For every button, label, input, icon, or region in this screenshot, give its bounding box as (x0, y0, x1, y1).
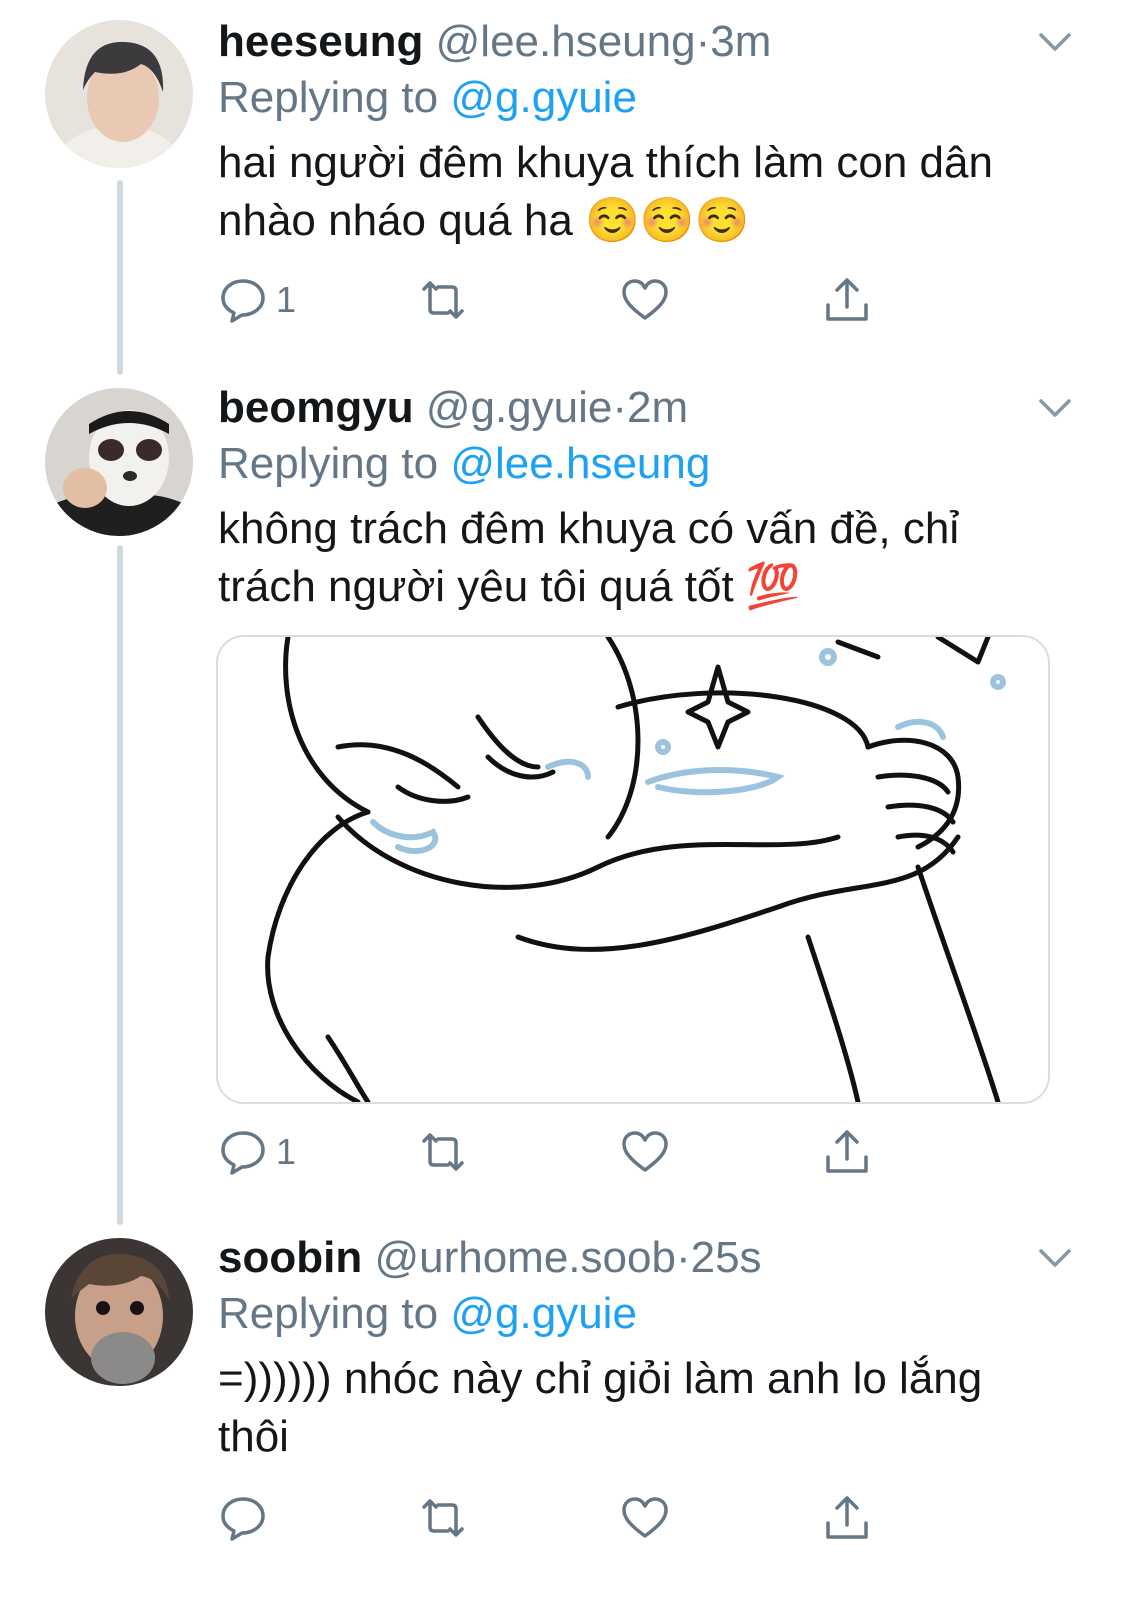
retweet-icon (422, 281, 464, 319)
share-button[interactable] (822, 1122, 872, 1182)
share-button[interactable] (822, 1488, 872, 1548)
replying-label: Replying to (218, 73, 451, 122)
tweet-text: =)))))) nhóc này chỉ giỏi làm anh lo lắn… (218, 1354, 983, 1461)
replying-to-handle[interactable]: @g.gyuie (450, 1289, 637, 1338)
separator-dot: · (612, 383, 628, 432)
like-button[interactable] (620, 1488, 670, 1548)
replying-to-handle[interactable]: @lee.hseung (450, 439, 710, 488)
chevron-down-icon[interactable] (1035, 388, 1075, 428)
user-handle[interactable]: @lee.hseung (436, 17, 696, 66)
reply-button[interactable]: 1 (218, 270, 296, 330)
reply-button[interactable] (218, 1488, 276, 1548)
replying-to-line: Replying to @lee.hseung (218, 436, 1065, 492)
share-icon (826, 278, 868, 321)
avatar[interactable] (45, 1238, 193, 1386)
like-icon (622, 1131, 668, 1172)
timestamp[interactable]: 25s (691, 1233, 762, 1282)
chevron-down-icon[interactable] (1035, 22, 1075, 62)
reply-count: 1 (276, 279, 297, 320)
retweet-button[interactable] (418, 1122, 468, 1182)
display-name[interactable]: heeseung (218, 17, 423, 66)
replying-to-handle[interactable]: @g.gyuie (450, 73, 637, 122)
replying-to-line: Replying to @g.gyuie (218, 70, 1065, 126)
separator-dot: · (695, 17, 711, 66)
avatar[interactable] (45, 388, 193, 536)
timestamp[interactable]: 3m (710, 17, 771, 66)
replying-label: Replying to (218, 439, 451, 488)
timestamp[interactable]: 2m (627, 383, 688, 432)
share-icon (826, 1496, 868, 1539)
tweet-text: không trách đêm khuya có vấn đề, chỉ trá… (218, 504, 960, 611)
share-button[interactable] (822, 270, 872, 330)
replying-to-line: Replying to @g.gyuie (218, 1286, 1065, 1342)
reply-icon (221, 1497, 265, 1541)
avatar[interactable] (45, 20, 193, 168)
reply-button[interactable]: 1 (218, 1122, 296, 1182)
tweet-heeseung[interactable]: heeseung @lee.hseung·3m Replying to @g.g… (0, 0, 1125, 370)
retweet-icon (422, 1499, 464, 1537)
display-name[interactable]: soobin (218, 1233, 362, 1282)
chevron-down-icon[interactable] (1035, 1238, 1075, 1278)
like-icon (622, 279, 668, 320)
reply-icon (221, 1131, 265, 1175)
separator-dot: · (675, 1233, 691, 1282)
tweet-text: hai người đêm khuya thích làm con dân nh… (218, 138, 993, 245)
reply-icon (221, 279, 265, 323)
reply-count: 1 (276, 1131, 297, 1172)
user-handle[interactable]: @urhome.soob (374, 1233, 676, 1282)
like-button[interactable] (620, 270, 670, 330)
display-name[interactable]: beomgyu (218, 383, 414, 432)
tweet-media-image[interactable] (216, 635, 1050, 1104)
like-button[interactable] (620, 1122, 670, 1182)
retweet-icon (422, 1133, 464, 1171)
tweet-soobin[interactable]: soobin @urhome.soob·25s Replying to @g.g… (0, 1220, 1125, 1619)
share-icon (826, 1130, 868, 1173)
user-handle[interactable]: @g.gyuie (426, 383, 613, 432)
retweet-button[interactable] (418, 1488, 468, 1548)
like-icon (622, 1497, 668, 1538)
replying-label: Replying to (218, 1289, 451, 1338)
retweet-button[interactable] (418, 270, 468, 330)
